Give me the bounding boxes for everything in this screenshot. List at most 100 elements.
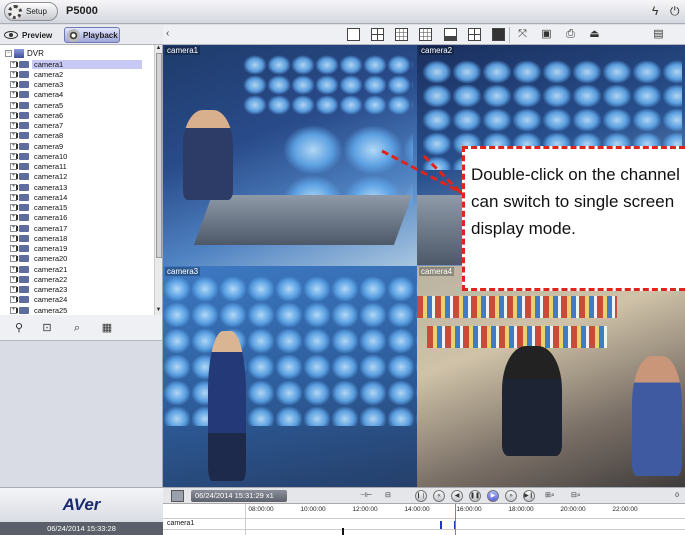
tree-item-camera18[interactable]: + camera18 <box>10 233 142 243</box>
camera-list: + camera1 + camera2 + camera3 + camera4 + camera5… <box>10 59 142 315</box>
one-plus-seven-view-icon[interactable] <box>468 28 481 41</box>
lightning-icon[interactable]: ϟ <box>652 4 658 18</box>
tree-item-camera17[interactable]: + camera17 <box>10 223 142 233</box>
snapshot-icon[interactable]: ▣ <box>540 28 553 41</box>
playback-datetime[interactable]: 06/24/2014 15:31:29 x1 <box>191 490 287 502</box>
device-tree: − DVR + camera1 + camera2 + camera3 + camera4 + c… <box>0 45 163 315</box>
tree-item-camera22[interactable]: + camera22 <box>10 274 142 284</box>
power-icon[interactable]: ⏻ <box>670 4 680 19</box>
print-icon[interactable]: ⎙ <box>564 28 577 41</box>
step-back-button[interactable]: « <box>433 490 445 502</box>
tree-root-dvr[interactable]: − DVR <box>5 49 44 58</box>
callout-pointer <box>381 149 466 198</box>
tree-item-camera24[interactable]: + camera24 <box>10 295 142 305</box>
tree-item-camera1[interactable]: + camera1 <box>10 59 142 69</box>
store-shelf <box>417 296 617 318</box>
one-plus-five-view-icon[interactable] <box>444 28 457 41</box>
tree-item-label: camera2 <box>34 69 64 79</box>
tree-root-label: DVR <box>27 49 44 58</box>
video-tile-camera3[interactable]: camera3 <box>163 266 417 487</box>
tree-item-camera15[interactable]: + camera15 <box>10 203 142 213</box>
collapse-icon[interactable]: − <box>5 50 12 57</box>
tree-item-camera10[interactable]: + camera10 <box>10 151 142 161</box>
tree-item-camera6[interactable]: + camera6 <box>10 110 142 120</box>
quad-view-icon[interactable] <box>371 28 384 41</box>
mark-in-icon[interactable]: ⊣⊢ <box>360 490 372 502</box>
timeline-tick-label: 10:00:00 <box>300 506 326 513</box>
exit-icon[interactable]: ▤ <box>652 28 665 41</box>
tree-item-camera23[interactable]: + camera23 <box>10 285 142 295</box>
camera-icon <box>16 193 29 201</box>
play-button[interactable]: ▶ <box>487 490 499 502</box>
tree-item-camera12[interactable]: + camera12 <box>10 172 142 182</box>
timeline-cursor[interactable] <box>455 504 456 535</box>
timeline-row-camera1[interactable]: camera1 <box>163 518 685 530</box>
setup-button[interactable]: Setup <box>4 2 58 21</box>
export-icon[interactable]: ⊡ <box>40 321 54 335</box>
recording-marker[interactable] <box>440 521 442 529</box>
playback-bar: 06/24/2014 15:31:29 x1 ⊣⊢ ⊟ ❙❘ « ◀ ❚❚ ▶ … <box>163 487 685 503</box>
playback-list-icon[interactable]: ▦ <box>100 321 114 335</box>
playback-button[interactable]: Playback <box>64 27 120 43</box>
step-forward-button[interactable]: ▶❙ <box>523 490 535 502</box>
calendar-icon[interactable] <box>171 490 184 502</box>
search-icon[interactable]: ⌕ <box>70 321 84 335</box>
scroll-down-icon[interactable]: ▼ <box>155 307 162 314</box>
tree-item-camera7[interactable]: + camera7 <box>10 121 142 131</box>
fullscreen-icon[interactable]: ⤧ <box>516 28 529 41</box>
reverse-play-button[interactable]: ◀ <box>451 490 463 502</box>
tree-item-camera3[interactable]: + camera3 <box>10 80 142 90</box>
toolbar-separator <box>509 27 510 43</box>
tree-item-camera5[interactable]: + camera5 <box>10 100 142 110</box>
guard-figure <box>208 331 246 481</box>
tree-item-camera20[interactable]: + camera20 <box>10 254 142 264</box>
tree-item-camera16[interactable]: + camera16 <box>10 213 142 223</box>
tree-item-label: camera20 <box>34 254 68 264</box>
preview-button[interactable]: Preview <box>4 27 60 43</box>
forward-button[interactable]: » <box>505 490 517 502</box>
camera-icon <box>16 224 29 232</box>
timeline[interactable]: 08:00:00 10:00:00 12:00:00 14:00:00 16:00:00… <box>163 492 685 535</box>
mode-bar: Preview Playback <box>0 25 163 45</box>
aver-logo: AVer <box>62 495 101 514</box>
camera-icon <box>16 275 29 283</box>
tree-item-camera2[interactable]: + camera2 <box>10 69 142 79</box>
camera-icon <box>16 81 29 89</box>
tree-item-camera14[interactable]: + camera14 <box>10 192 142 202</box>
video-tile-camera1[interactable]: camera1 <box>163 45 417 266</box>
camera-icon <box>16 265 29 273</box>
camera-icon <box>16 101 29 109</box>
backup-icon[interactable]: ⏏ <box>588 28 601 41</box>
tree-item-label: camera12 <box>34 172 68 182</box>
camera-icon <box>16 173 29 181</box>
tree-item-camera19[interactable]: + camera19 <box>10 244 142 254</box>
tree-item-camera8[interactable]: + camera8 <box>10 131 142 141</box>
single-view-icon[interactable] <box>347 28 360 41</box>
tree-scrollbar[interactable]: ▲ ▼ <box>154 45 162 315</box>
tree-item-camera11[interactable]: + camera11 <box>10 162 142 172</box>
tree-item-camera21[interactable]: + camera21 <box>10 264 142 274</box>
tree-item-label: camera11 <box>34 162 67 172</box>
connect-icon[interactable]: ⚲ <box>12 321 26 335</box>
tree-item-label: camera23 <box>34 285 68 295</box>
zoom-out-timeline-icon[interactable]: ⊟⌕ <box>571 490 581 502</box>
sixteen-view-icon[interactable] <box>419 28 432 41</box>
tree-item-camera9[interactable]: + camera9 <box>10 141 142 151</box>
video-tile-label: camera3 <box>165 267 201 276</box>
rewind-fast-button[interactable]: ❙❘ <box>415 490 427 502</box>
tree-item-camera4[interactable]: + camera4 <box>10 90 142 100</box>
scroll-thumb[interactable] <box>156 53 162 258</box>
tree-item-camera25[interactable]: + camera25 <box>10 305 142 315</box>
tree-item-camera13[interactable]: + camera13 <box>10 182 142 192</box>
twenty-five-view-icon[interactable] <box>492 28 505 41</box>
collapse-panel-icon[interactable]: ‹ <box>166 28 169 39</box>
camera-icon <box>16 306 29 314</box>
zoom-in-timeline-icon[interactable]: ⊞⌕ <box>545 490 555 502</box>
pause-button[interactable]: ❚❚ <box>469 490 481 502</box>
title-bar: Setup P5000 ϟ ⏻ <box>0 0 685 24</box>
scroll-up-icon[interactable]: ▲ <box>155 45 162 52</box>
video-tile-camera4[interactable]: camera4 <box>417 266 685 487</box>
nine-view-icon[interactable] <box>395 28 408 41</box>
video-tile-label: camera1 <box>165 46 201 55</box>
segment-icon[interactable]: ⊟ <box>385 490 391 502</box>
